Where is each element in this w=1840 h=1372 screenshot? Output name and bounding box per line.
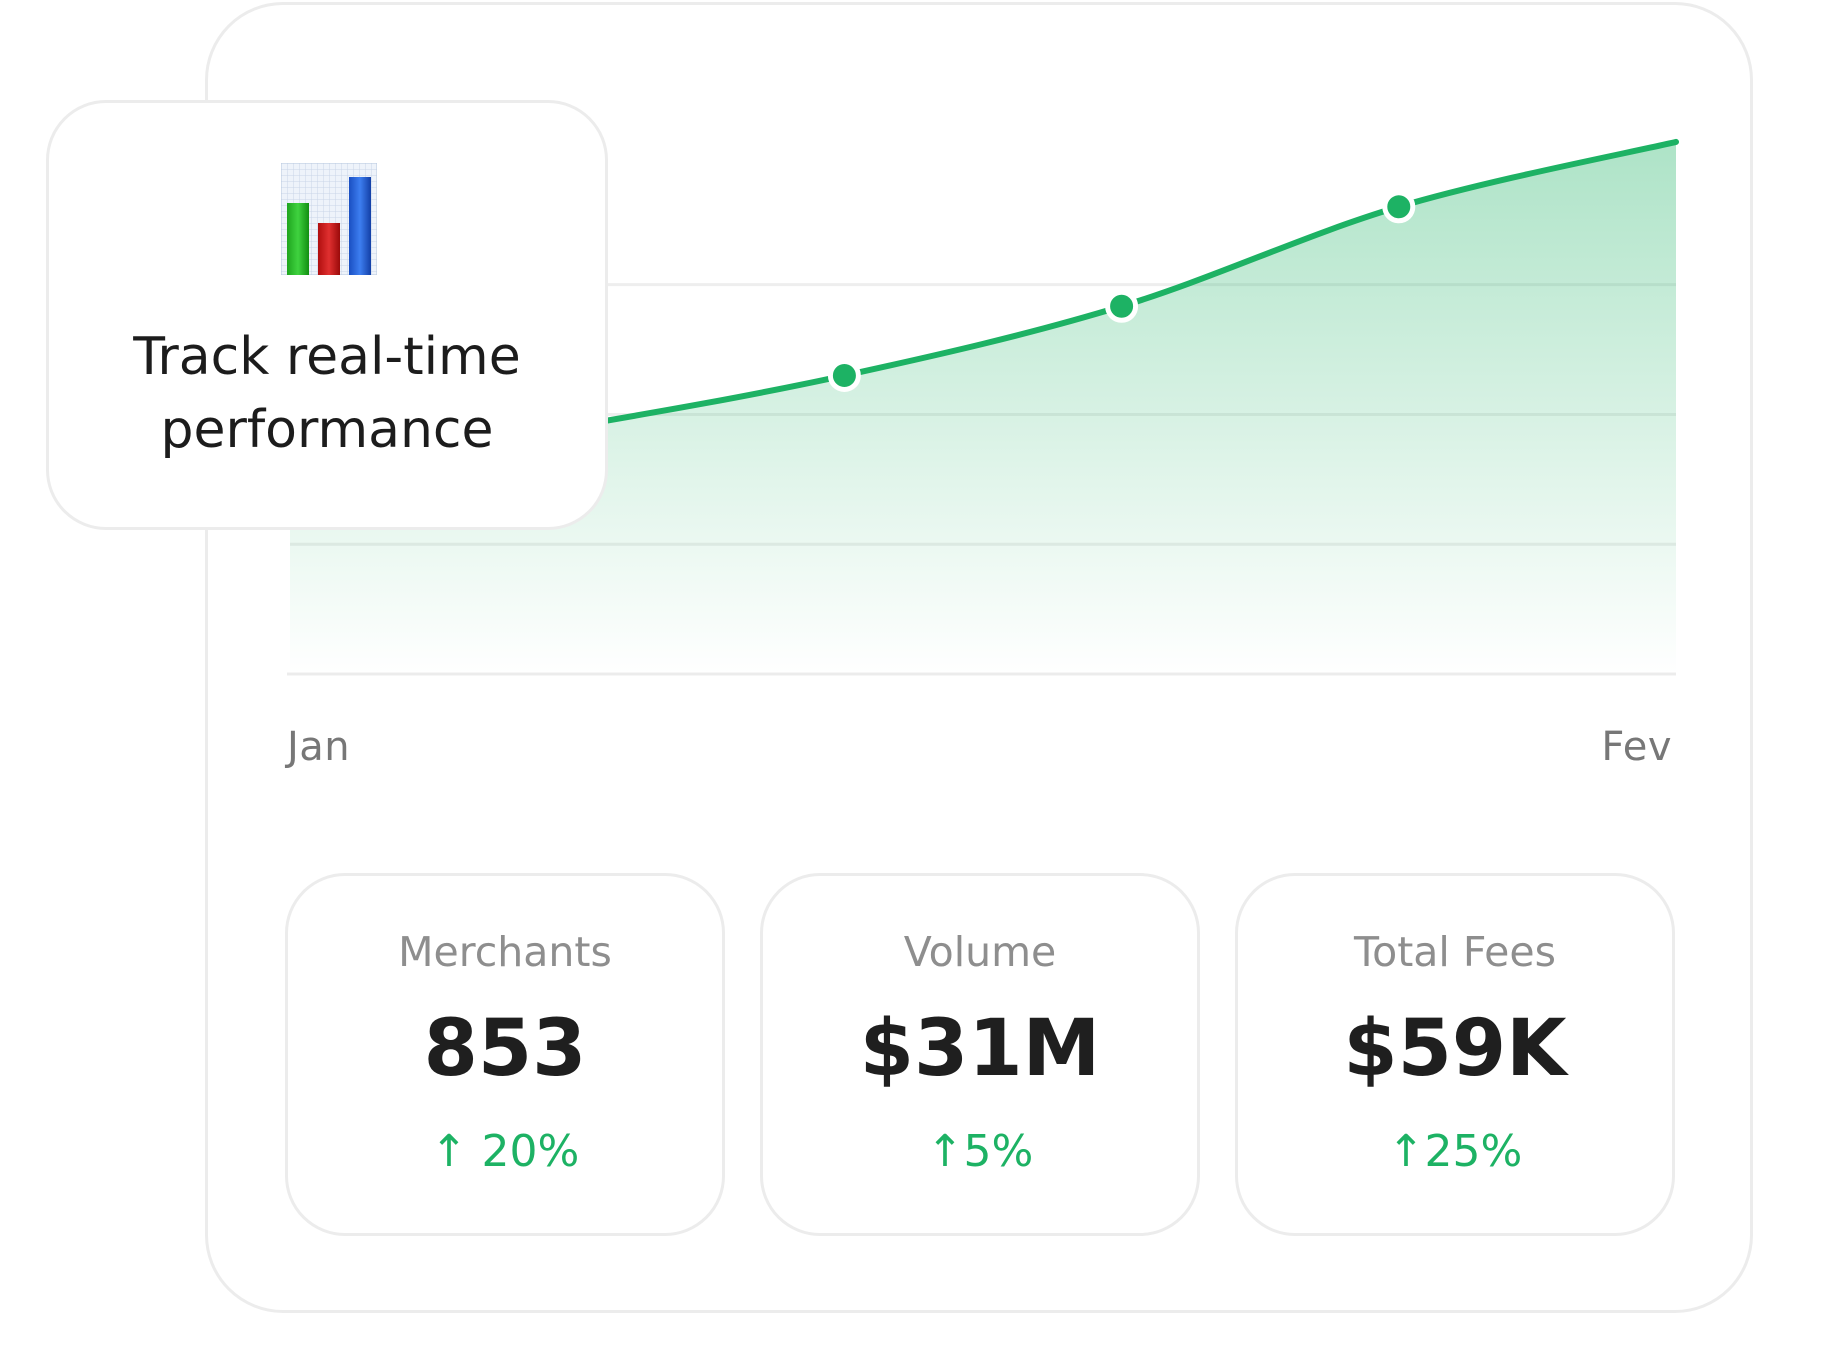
- stat-change: ↑ 20%: [430, 1126, 580, 1177]
- data-point: [1382, 190, 1416, 224]
- callout-title: Track real-time performance: [49, 321, 605, 467]
- bar-chart-icon: [281, 163, 377, 275]
- x-tick-label-end: Fev: [1601, 724, 1672, 770]
- callout-card: Track real-time performance: [46, 100, 608, 530]
- stat-value: 853: [423, 1004, 587, 1094]
- data-point: [1105, 289, 1139, 323]
- stat-change: ↑5%: [926, 1126, 1034, 1177]
- stat-value: $31M: [859, 1004, 1101, 1094]
- callout-title-line-2: performance: [160, 400, 494, 460]
- data-point: [827, 359, 861, 393]
- stat-value: $59K: [1343, 1004, 1567, 1094]
- stat-label: Total Fees: [1354, 928, 1556, 976]
- stat-label: Volume: [903, 928, 1057, 976]
- x-tick-label-start: Jan: [287, 724, 351, 770]
- stat-card-merchants: Merchants 853 ↑ 20%: [285, 873, 725, 1236]
- stat-card-total-fees: Total Fees $59K ↑25%: [1235, 873, 1675, 1236]
- stat-card-volume: Volume $31M ↑5%: [760, 873, 1200, 1236]
- callout-title-line-1: Track real-time: [133, 327, 521, 387]
- stat-label: Merchants: [398, 928, 612, 976]
- stat-change: ↑25%: [1387, 1126, 1523, 1177]
